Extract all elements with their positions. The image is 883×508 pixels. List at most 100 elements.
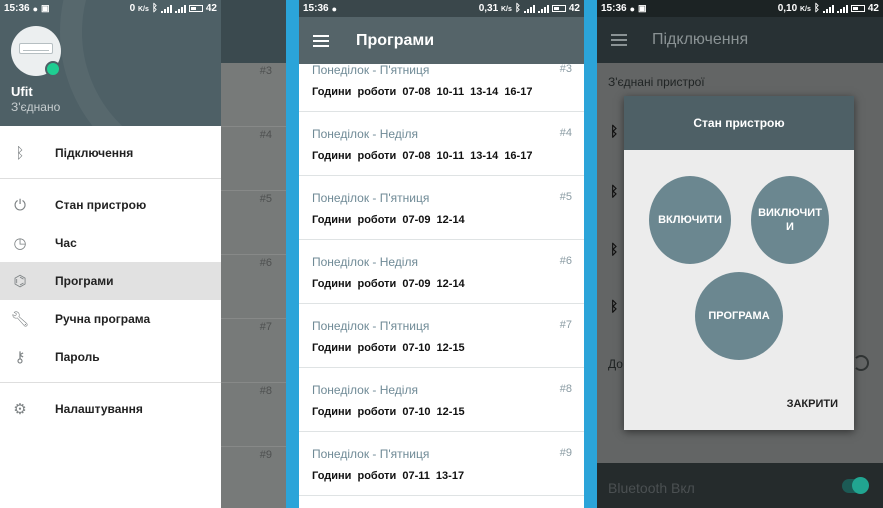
battery-icon: [551, 5, 566, 12]
turn-off-label-line1: ВИКЛЮЧИТ: [758, 207, 822, 219]
separator-bar: [584, 0, 597, 508]
drawer-item-connection[interactable]: ᛒ Підключення: [0, 134, 221, 172]
program-number: #3: [559, 63, 572, 75]
separator-bar: [286, 0, 299, 508]
status-time: 15:36: [601, 3, 627, 14]
turn-off-button[interactable]: ВИКЛЮЧИТ И: [751, 176, 829, 264]
image-notification-icon: ▣: [638, 3, 647, 13]
background-list-row: #7: [221, 319, 286, 383]
drawer-header: 15:36 ● ▣ 0 K/s ᛒ 42 Ufit З'єднано: [0, 0, 221, 126]
drawer-divider: [0, 382, 221, 383]
bluetooth-status-bar: Bluetooth Вкл: [597, 463, 883, 508]
program-days: Понеділок - Неділя: [312, 255, 418, 269]
drawer-item-password[interactable]: ⚷ Пароль: [0, 338, 221, 376]
signal-icon: [836, 4, 848, 13]
program-number: #7: [559, 319, 572, 331]
turn-off-label-line2: И: [786, 221, 794, 233]
program-list-item[interactable]: Понеділок - П'ятниця #7 Години роботи 07…: [299, 304, 584, 368]
bluetooth-icon: ᛒ: [15, 144, 25, 162]
program-list-item[interactable]: Понеділок - Неділя #8 Години роботи 07-1…: [299, 368, 584, 432]
background-list-row: #3: [221, 63, 286, 127]
online-indicator: [45, 61, 61, 77]
program-days: Понеділок - Неділя: [312, 383, 418, 397]
drawer-item-device-status[interactable]: ⏻ Стан пристрою: [0, 186, 221, 224]
background-row-number: #9: [259, 449, 272, 461]
program-hours: Години роботи 07-09 12-14: [312, 278, 465, 290]
status-bar: 15:36 ● ▣ 0,10 K/s ᛒ 42: [597, 0, 883, 17]
drawer-item-label: Ручна програма: [55, 312, 151, 326]
navigation-drawer: 15:36 ● ▣ 0 K/s ᛒ 42 Ufit З'єднано ᛒ Під…: [0, 0, 221, 508]
signal-icon: [822, 4, 834, 13]
background-row-number: #6: [259, 257, 272, 269]
program-number: #5: [559, 191, 572, 203]
bluetooth-status-label: Bluetooth Вкл: [608, 480, 695, 496]
drawer-item-manual-program[interactable]: 🔧︎ Ручна програма: [0, 300, 221, 338]
connected-devices-title: З'єднані пристрої: [608, 75, 705, 89]
program-days: Понеділок - Неділя: [312, 127, 418, 141]
program-hours: Години роботи 07-10 12-15: [312, 406, 465, 418]
hamburger-menu-icon[interactable]: [313, 34, 329, 47]
program-hours: Години роботи 07-11 13-17: [312, 470, 465, 482]
partial-label: До: [608, 357, 623, 371]
bluetooth-icon: ᛒ: [610, 123, 619, 139]
battery-level: 42: [867, 3, 879, 14]
program-list-item[interactable]: Понеділок - П'ятниця #9 Години роботи 07…: [299, 432, 584, 496]
status-time: 15:36: [303, 3, 329, 14]
drawer-item-time[interactable]: ◷ Час: [0, 224, 221, 262]
wrench-icon: 🔧︎: [10, 311, 30, 328]
chat-notification-icon: ●: [629, 3, 636, 14]
background-list-row: #5: [221, 191, 286, 255]
signal-icon: [537, 4, 549, 13]
status-bar: 15:36 ● ▣ 0 K/s ᛒ 42: [0, 0, 221, 17]
drawer-item-label: Стан пристрою: [55, 198, 147, 212]
network-speed: 0,10 K/s: [777, 3, 811, 14]
program-hours: Години роботи 07-08 10-11 13-14 16-17: [312, 150, 533, 162]
background-row-number: #3: [259, 65, 272, 77]
program-hours: Години роботи 07-09 12-14: [312, 214, 465, 226]
phone-screen-programs: 15:36 ● 0,31 K/s ᛒ 42 Понеділок - П'ятни…: [299, 0, 584, 508]
programs-icon: ⌬: [13, 273, 27, 290]
signal-icon: [523, 4, 535, 13]
bluetooth-icon: ᛒ: [610, 298, 619, 314]
program-list-item[interactable]: Понеділок - Неділя #4 Години роботи 07-0…: [299, 112, 584, 176]
background-app-bar: [221, 0, 286, 63]
image-notification-icon: ▣: [41, 3, 50, 13]
device-name: Ufit: [11, 84, 33, 99]
background-list-row: #4: [221, 127, 286, 191]
dialog-title: Стан пристрою: [624, 96, 854, 150]
turn-on-button[interactable]: ВКЛЮЧИТИ: [649, 176, 731, 264]
background-row-number: #4: [259, 129, 272, 141]
network-speed: 0,31 K/s: [478, 3, 512, 14]
drawer-item-settings[interactable]: ⚙ Налаштування: [0, 390, 221, 428]
phone-screen-navigation-drawer: #3 #4 #5 #6 #7 #8 #9 15:36 ● ▣ 0 K/s ᛒ 4…: [0, 0, 286, 508]
bluetooth-status-icon: ᛒ: [813, 3, 820, 14]
page-title: Програми: [356, 31, 435, 49]
program-days: Понеділок - П'ятниця: [312, 191, 430, 205]
bluetooth-status-icon: ᛒ: [151, 3, 158, 14]
program-number: #9: [559, 447, 572, 459]
drawer-item-programs[interactable]: ⌬ Програми: [0, 262, 221, 300]
bluetooth-toggle[interactable]: [842, 477, 869, 494]
program-hours: Години роботи 07-10 12-15: [312, 342, 465, 354]
clock-icon: ◷: [13, 235, 27, 252]
air-conditioner-icon: [19, 43, 53, 54]
drawer-item-label: Програми: [55, 274, 114, 288]
bluetooth-icon: ᛒ: [610, 241, 619, 257]
power-icon: ⏻: [14, 196, 26, 214]
program-number: #6: [559, 255, 572, 267]
hamburger-menu-icon[interactable]: [611, 34, 627, 46]
gear-icon: ⚙: [13, 401, 27, 418]
key-icon: ⚷: [14, 349, 26, 366]
program-button[interactable]: ПРОГРАМА: [695, 272, 783, 360]
background-list-row: #6: [221, 255, 286, 319]
signal-icon: [174, 4, 186, 13]
program-days: Понеділок - П'ятниця: [312, 447, 430, 461]
page-title: Підключення: [652, 31, 749, 48]
program-hours: Години роботи 07-08 10-11 13-14 16-17: [312, 86, 533, 98]
turn-on-label: ВКЛЮЧИТИ: [658, 214, 722, 226]
network-speed: 0 K/s: [129, 3, 149, 14]
program-list-item[interactable]: Понеділок - Неділя #6 Години роботи 07-0…: [299, 240, 584, 304]
app-bar: Підключення: [597, 17, 883, 63]
program-list-item[interactable]: Понеділок - П'ятниця #5 Години роботи 07…: [299, 176, 584, 240]
close-button[interactable]: ЗАКРИТИ: [787, 398, 838, 410]
